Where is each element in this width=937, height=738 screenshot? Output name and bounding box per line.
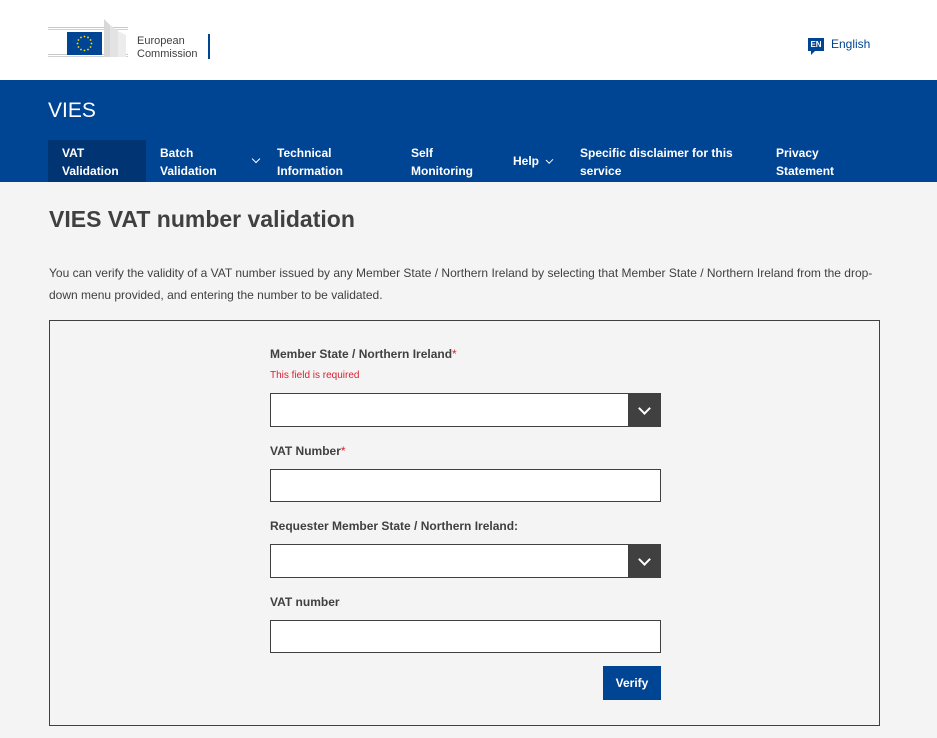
language-icon: EN bbox=[808, 37, 824, 55]
eu-star bbox=[77, 39, 80, 41]
language-selector[interactable]: EN English bbox=[808, 36, 871, 55]
eu-star bbox=[83, 49, 86, 52]
eu-star bbox=[80, 36, 82, 39]
intro-text: You can verify the validity of a VAT num… bbox=[49, 266, 873, 302]
nav-item-batch-validation[interactable]: Batch Validation bbox=[146, 140, 263, 182]
page-title: VIES VAT number validation bbox=[49, 206, 355, 232]
language-label: English bbox=[831, 37, 871, 51]
verify-button[interactable]: Verify bbox=[603, 666, 661, 700]
eu-star bbox=[83, 35, 86, 38]
required-marker: * bbox=[340, 444, 346, 458]
logo-line-1: European bbox=[137, 35, 185, 47]
requester-vat-number-label: VAT number bbox=[270, 595, 340, 609]
requester-member-state-select[interactable] bbox=[270, 544, 661, 578]
nav-item-self-monitoring[interactable]: Self Monitoring bbox=[397, 140, 499, 182]
nav-label: Statement bbox=[776, 164, 835, 178]
select-arrow-button[interactable] bbox=[628, 545, 660, 577]
nav-item-specific-disclaimer[interactable]: Specific disclaimer for this service bbox=[566, 140, 762, 182]
top-bar: European Commission EN English bbox=[0, 0, 937, 80]
chevron-down-icon bbox=[637, 401, 651, 415]
nav-label: Validation bbox=[62, 164, 119, 178]
nav-item-technical-information[interactable]: Technical Information bbox=[263, 140, 397, 182]
chevron-down-icon bbox=[545, 155, 554, 164]
nav-item-vat-validation[interactable]: VAT Validation bbox=[48, 140, 146, 182]
required-marker: * bbox=[452, 347, 457, 361]
nav-label: service bbox=[580, 164, 622, 178]
nav-label: VAT bbox=[62, 146, 85, 160]
member-state-select[interactable] bbox=[270, 393, 661, 427]
european-commission-logo[interactable]: European Commission bbox=[48, 17, 218, 61]
nav-label: Validation bbox=[160, 164, 217, 178]
eu-star bbox=[77, 46, 80, 48]
nav-label: Technical bbox=[277, 146, 332, 160]
requester-member-state-label: Requester Member State / Northern Irelan… bbox=[270, 519, 519, 533]
logo-wordmark: European Commission bbox=[137, 35, 198, 61]
vat-number-input[interactable] bbox=[270, 469, 661, 502]
vat-number-label-text: VAT Number bbox=[270, 444, 341, 458]
main-navigation: VAT Validation Batch Validation Technica… bbox=[48, 140, 872, 182]
eu-flag-icon bbox=[48, 19, 128, 57]
logo-line-2: Commission bbox=[137, 48, 198, 60]
nav-label: Privacy bbox=[776, 146, 819, 160]
chevron-down-icon bbox=[251, 154, 261, 164]
nav-label: Self bbox=[411, 146, 434, 160]
nav-label: Information bbox=[277, 164, 343, 178]
nav-label: Help bbox=[513, 154, 540, 168]
requester-vat-number-input[interactable] bbox=[270, 620, 661, 653]
vat-number-label: VAT Number* bbox=[270, 444, 346, 458]
eu-star bbox=[76, 42, 79, 45]
eu-star bbox=[80, 48, 82, 51]
logo-divider bbox=[208, 34, 210, 59]
eu-star bbox=[87, 36, 89, 39]
nav-label: Monitoring bbox=[411, 164, 473, 178]
eu-star bbox=[90, 42, 93, 45]
nav-item-privacy-statement[interactable]: Privacy Statement bbox=[762, 140, 872, 182]
select-arrow-button[interactable] bbox=[628, 394, 660, 426]
site-header: VIES VAT Validation Batch Validation Tec… bbox=[0, 80, 937, 182]
site-title[interactable]: VIES bbox=[48, 99, 96, 123]
chevron-down-icon bbox=[637, 552, 651, 566]
vat-validation-form: Member State / Northern Ireland* This fi… bbox=[49, 320, 880, 726]
nav-item-help[interactable]: Help bbox=[499, 140, 566, 182]
member-state-error: This field is required bbox=[270, 370, 360, 381]
eu-star bbox=[89, 46, 92, 48]
eu-star bbox=[87, 48, 89, 51]
nav-label: Batch bbox=[160, 146, 194, 160]
nav-label: Specific disclaimer for this bbox=[580, 146, 733, 160]
member-state-label-text: Member State / Northern Ireland bbox=[270, 347, 453, 361]
eu-star bbox=[89, 39, 92, 41]
member-state-label: Member State / Northern Ireland* bbox=[270, 347, 457, 361]
